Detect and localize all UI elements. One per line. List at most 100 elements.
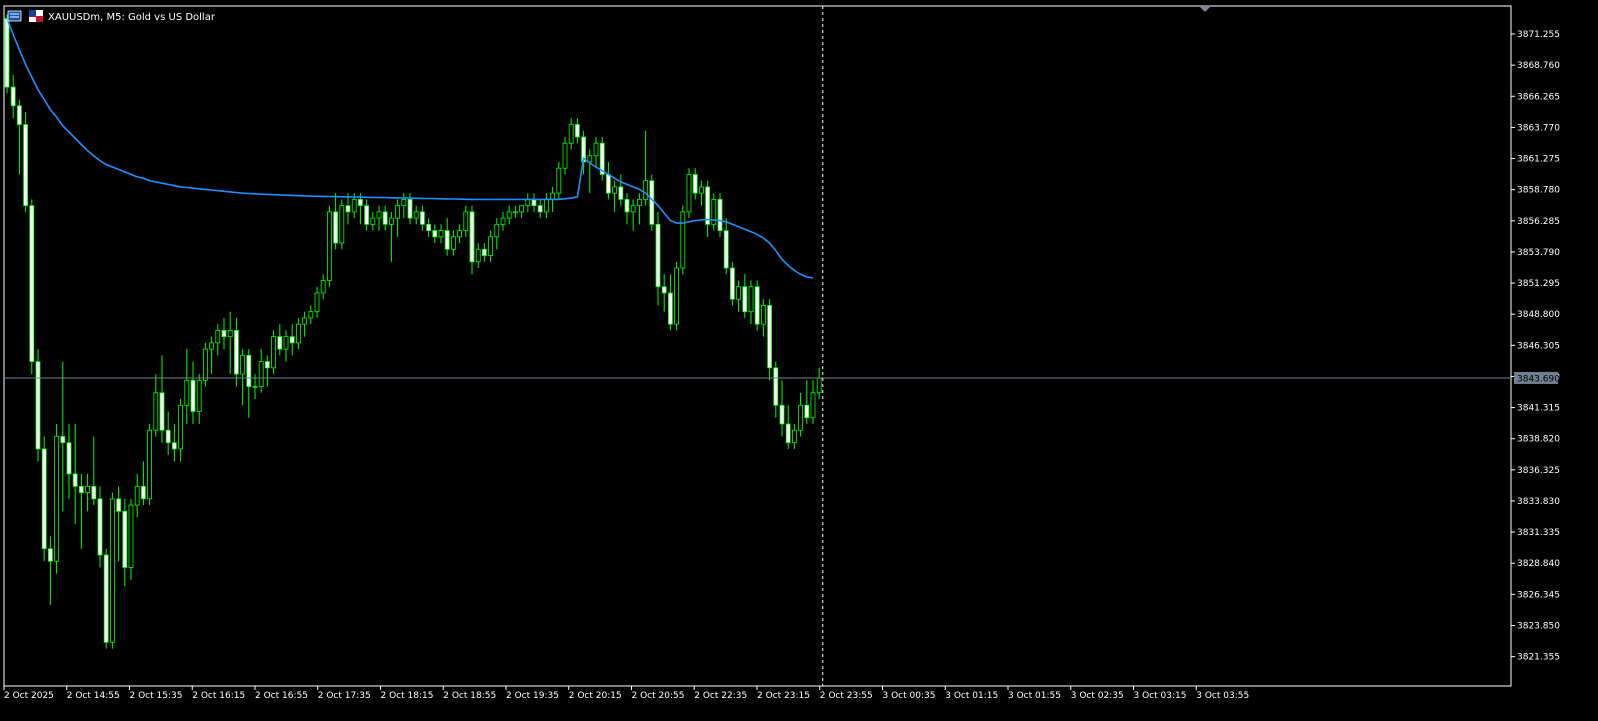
candle-body (140, 485, 146, 500)
x-tick-label: 3 Oct 03:55 (1196, 691, 1249, 701)
candle-body (668, 292, 673, 325)
candle-body (407, 198, 413, 219)
candle-body (209, 342, 215, 350)
candle-body (550, 192, 555, 200)
y-tick-label: 3851.295 (1517, 279, 1560, 289)
candle-body (816, 377, 822, 394)
candle-body (345, 205, 351, 213)
candle-body (544, 198, 549, 213)
candle-body (643, 180, 648, 200)
chart-window-icon[interactable] (7, 10, 22, 22)
candle-body (444, 230, 450, 250)
candle-body (730, 267, 735, 300)
candle-body (804, 404, 810, 419)
candle (54, 423, 59, 574)
candle-body (252, 386, 258, 388)
y-tick-label: 3836.325 (1517, 466, 1560, 476)
candle-body (438, 230, 444, 238)
x-tick-label: 2 Oct 17:35 (318, 691, 371, 701)
y-tick-label: 3828.840 (1517, 559, 1560, 569)
symbol-flag-icon[interactable] (29, 10, 43, 22)
y-tick-label: 3831.335 (1517, 528, 1560, 538)
candle (23, 112, 29, 212)
x-tick-label: 2 Oct 20:15 (569, 691, 622, 701)
x-tick-label: 2 Oct 14:55 (67, 691, 120, 701)
candle-body (767, 305, 772, 369)
candle (29, 199, 35, 375)
candle (599, 137, 605, 181)
x-tick-label: 3 Oct 01:15 (945, 691, 998, 701)
y-tick-label: 3858.780 (1517, 186, 1560, 196)
candle-body (674, 267, 679, 325)
x-tick-label: 2 Oct 2025 (4, 691, 54, 701)
y-tick-label: 3866.265 (1517, 92, 1560, 102)
candle-body (10, 86, 16, 107)
price-axis: 3871.255 3868.760 3866.265 3863.770 3861.275… (1511, 30, 1560, 663)
y-tick-label: 3861.275 (1517, 155, 1560, 165)
candle (730, 261, 735, 306)
x-tick-label: 3 Oct 03:15 (1134, 691, 1187, 701)
candle-body (295, 323, 301, 344)
candle-body (23, 124, 29, 207)
candle-body (91, 485, 97, 500)
candle-body (246, 354, 252, 387)
candle-body (717, 198, 723, 231)
candle-body (612, 186, 617, 194)
candle-body (395, 205, 401, 219)
candle-body (748, 286, 754, 313)
candle-body (215, 330, 221, 344)
candle-body (116, 498, 121, 512)
candle-body (413, 211, 419, 219)
candle-body (649, 180, 655, 225)
x-tick-label: 2 Oct 18:15 (381, 691, 434, 701)
candle-body (513, 211, 518, 214)
candle (326, 205, 332, 287)
candle-body (333, 211, 339, 244)
x-tick-label: 2 Oct 22:35 (694, 691, 747, 701)
x-tick-label: 3 Oct 00:35 (883, 691, 936, 701)
x-tick-label: 2 Oct 19:35 (506, 691, 559, 701)
y-tick-label: 3871.255 (1517, 30, 1560, 40)
candle-body (401, 198, 407, 207)
candle-body (54, 436, 59, 562)
candle-body (339, 205, 345, 244)
candle (35, 349, 41, 462)
candle-body (432, 230, 438, 238)
candle-body (699, 186, 704, 194)
candle-body (60, 436, 66, 444)
candle (4, 14, 10, 94)
candle-body (48, 548, 53, 562)
candle-body (500, 217, 506, 225)
candle-body (35, 361, 41, 450)
candle-body (785, 423, 791, 444)
candle-body (85, 485, 90, 494)
candle-body (159, 392, 165, 431)
y-tick-label: 3821.355 (1517, 653, 1560, 663)
candle-body (761, 305, 766, 325)
candle-body (792, 429, 797, 444)
candle (717, 193, 723, 237)
candle-body (66, 442, 72, 475)
candle (339, 199, 345, 250)
candle-body (72, 473, 78, 487)
candle-body (351, 198, 357, 213)
candle-body (469, 211, 475, 263)
candle-body (41, 448, 47, 550)
y-tick-label: 3833.830 (1517, 497, 1560, 507)
candle-body (457, 230, 463, 238)
candle-body (283, 336, 289, 350)
candle (147, 423, 153, 506)
price-chart[interactable]: 3871.255 3868.760 3866.265 3863.770 3861.275… (0, 0, 1598, 721)
candle (680, 205, 686, 275)
y-tick-label: 3848.800 (1517, 310, 1560, 320)
candle-body (302, 317, 308, 325)
candle-body (128, 504, 134, 568)
candle-body (264, 361, 270, 369)
y-tick-label: 3853.790 (1517, 248, 1560, 258)
candle-body (742, 286, 748, 313)
x-tick-label: 2 Oct 23:55 (820, 691, 873, 701)
candle-body (494, 223, 500, 238)
candle-body (97, 498, 103, 556)
candle-body (29, 205, 35, 362)
candle-body (202, 348, 208, 381)
